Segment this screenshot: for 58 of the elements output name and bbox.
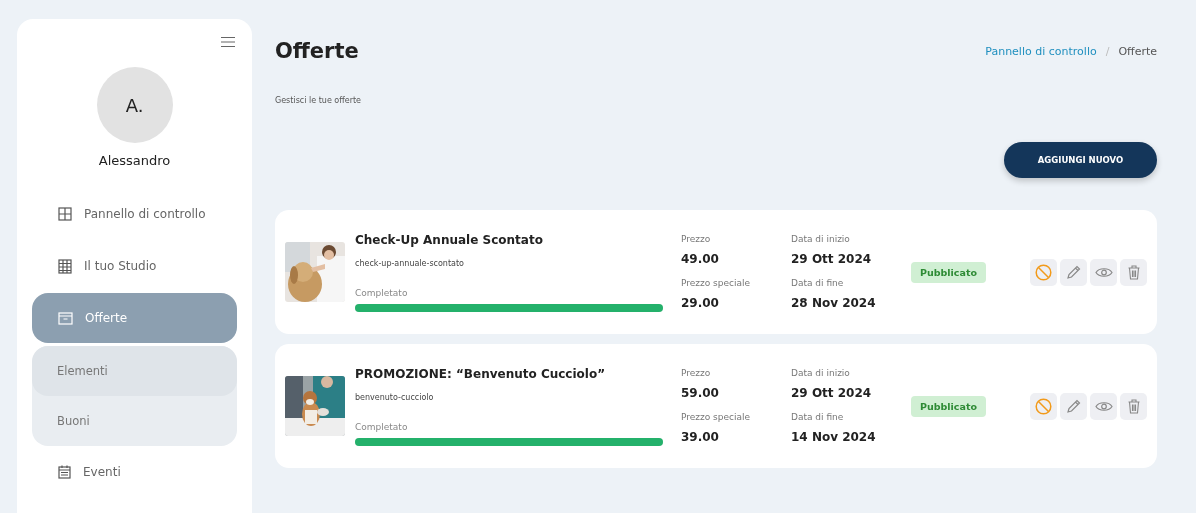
submenu-item[interactable]: Elementi: [32, 346, 237, 396]
add-new-button[interactable]: AGGIUNGI NUOVO: [1004, 142, 1157, 178]
status-badge: Pubblicato: [911, 395, 986, 417]
breadcrumb-current: Offerte: [1118, 44, 1157, 58]
disable-button[interactable]: [1030, 258, 1057, 286]
special-price-value: 29.00: [681, 296, 720, 310]
breadcrumb-link[interactable]: Pannello di controllo: [985, 44, 1097, 58]
menu-icon[interactable]: [221, 37, 235, 47]
view-button[interactable]: [1090, 392, 1117, 420]
archive-icon: [58, 311, 73, 325]
start-date-label: Data di inizio: [791, 368, 851, 378]
trash-icon: [1127, 264, 1140, 280]
prohibited-icon: [1035, 397, 1052, 415]
nav-item[interactable]: Il tuo Studio: [32, 241, 237, 291]
offer-slug: benvenuto-cucciolo: [355, 392, 435, 402]
submenu-item[interactable]: Buoni: [32, 396, 237, 446]
end-date-label: Data di fine: [791, 412, 845, 422]
pencil-icon: [1066, 264, 1081, 280]
price-label: Prezzo: [681, 234, 712, 244]
page-title: Offerte: [275, 39, 359, 63]
calendar-icon: [58, 465, 71, 479]
special-price-label: Prezzo speciale: [681, 278, 752, 288]
nav-item[interactable]: Pannello di controllo: [32, 189, 237, 239]
trash-icon: [1127, 398, 1140, 414]
status-badge: Pubblicato: [911, 261, 986, 283]
start-date-value: 29 Ott 2024: [791, 252, 873, 266]
delete-button[interactable]: [1120, 392, 1147, 420]
delete-button[interactable]: [1120, 258, 1147, 286]
end-date-label: Data di fine: [791, 278, 845, 288]
eye-icon: [1094, 266, 1113, 278]
price-value: 49.00: [681, 252, 720, 266]
user-name: Alessandro: [98, 153, 171, 168]
progress-label: Completato: [355, 421, 409, 432]
edit-button[interactable]: [1060, 258, 1087, 286]
offer-title: Check-Up Annuale Scontato: [355, 232, 544, 247]
pencil-icon: [1066, 398, 1081, 414]
end-date-value: 14 Nov 2024: [791, 430, 877, 444]
nav-item[interactable]: Eventi: [32, 447, 237, 497]
edit-button[interactable]: [1060, 392, 1087, 420]
special-price-value: 39.00: [681, 430, 720, 444]
breadcrumb-separator: /: [1105, 44, 1110, 58]
start-date-value: 29 Ott 2024: [791, 386, 873, 400]
offer-title: PROMOZIONE: “Benvenuto Cucciolo”: [355, 366, 607, 381]
grid-icon: [58, 207, 72, 221]
start-date-label: Data di inizio: [791, 234, 851, 244]
avatar: A.: [96, 67, 173, 143]
end-date-value: 28 Nov 2024: [791, 296, 877, 310]
view-button[interactable]: [1090, 258, 1117, 286]
disable-button[interactable]: [1030, 392, 1057, 420]
special-price-label: Prezzo speciale: [681, 412, 752, 422]
offer-slug: check-up-annuale-scontato: [355, 258, 465, 268]
price-label: Prezzo: [681, 368, 712, 378]
page-subtitle: Gestisci le tue offerte: [275, 96, 362, 105]
progress-label: Completato: [355, 287, 409, 298]
building-icon: [58, 258, 72, 274]
price-value: 59.00: [681, 386, 720, 400]
prohibited-icon: [1035, 263, 1052, 281]
eye-icon: [1094, 400, 1113, 412]
